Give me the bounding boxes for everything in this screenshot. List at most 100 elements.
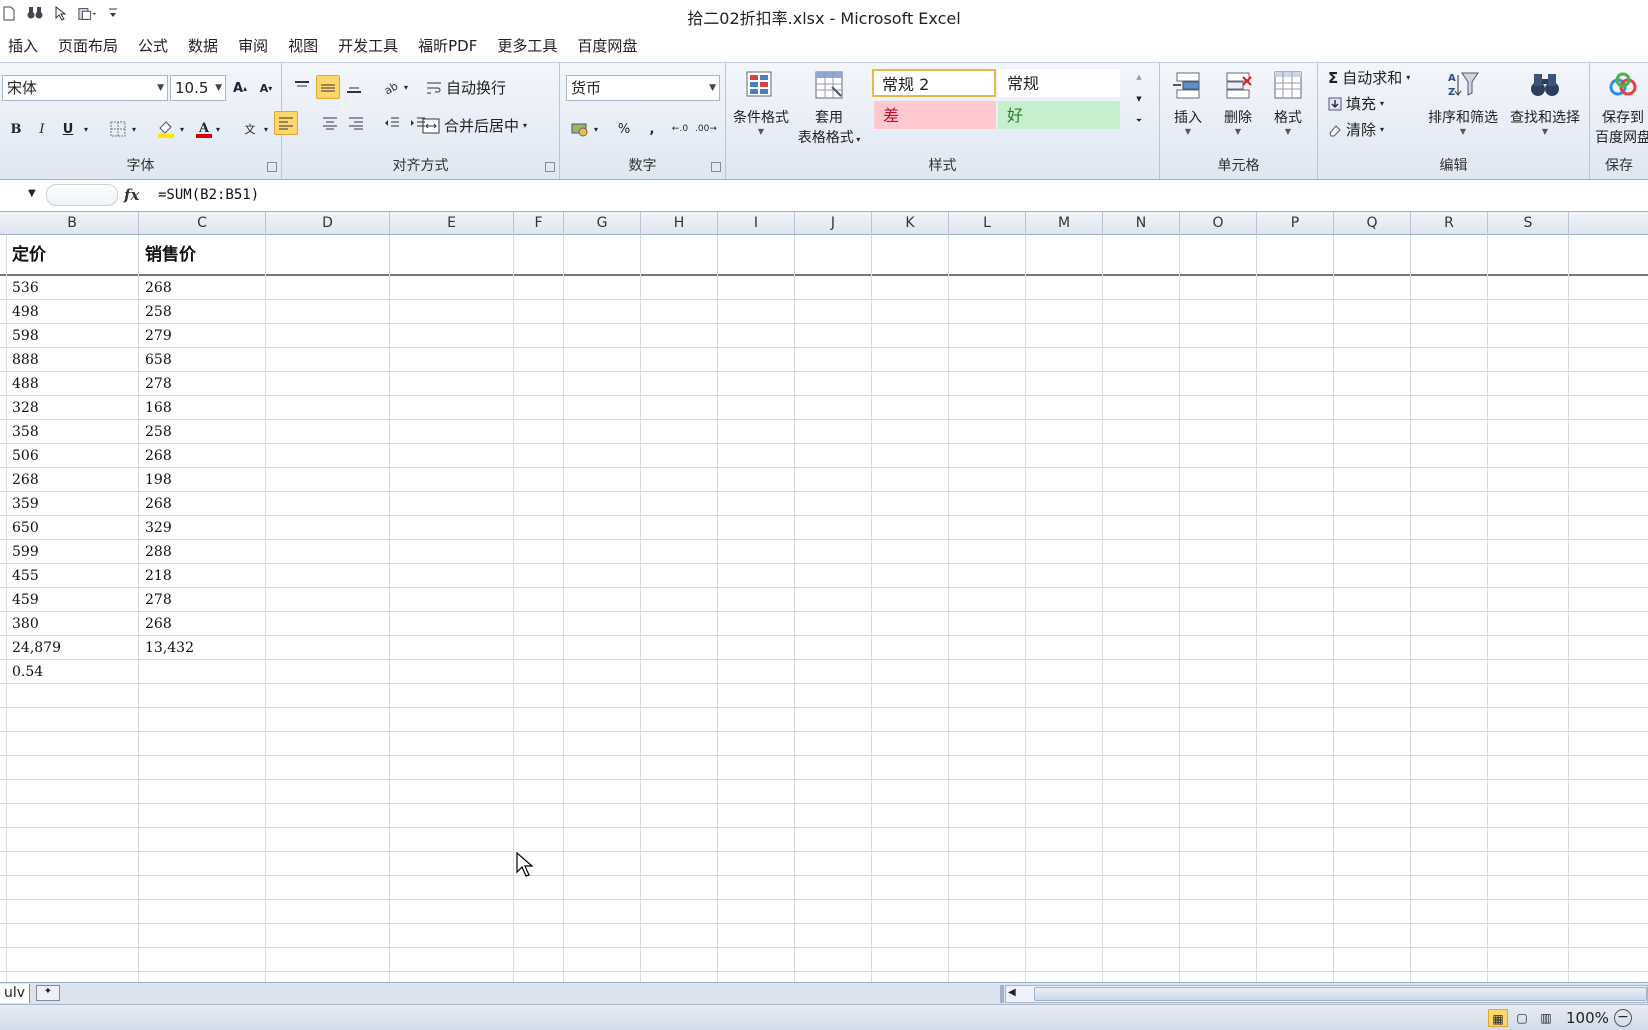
font-name-select[interactable]: 宋体 ▼ [2,75,168,101]
scroll-thumb[interactable] [1034,987,1647,1001]
worksheet-grid[interactable]: BCDEFGHIJKLMNOPQRS 定价 销售价 536 268 498 258 598 2… [0,212,1648,982]
cell-c[interactable]: 258 [141,300,172,324]
cell-b[interactable]: 380 [8,612,39,636]
fill-color-button[interactable] [154,117,178,141]
normal-view-icon[interactable]: ▦ [1488,1009,1508,1027]
column-header-r[interactable]: R [1411,212,1488,235]
cell-c[interactable]: 198 [141,468,172,492]
styles-scroll-down[interactable]: ▼ [1130,89,1148,109]
cell-b[interactable]: 328 [8,396,39,420]
align-center-button[interactable] [318,111,342,135]
cell-c[interactable]: 268 [141,492,172,516]
cell-b[interactable]: 536 [8,276,39,300]
cell-c[interactable]: 218 [141,564,172,588]
scroll-left-icon[interactable]: ◀ [1008,987,1016,998]
orientation-dropdown[interactable]: ▾ [400,75,412,99]
column-header-e[interactable]: E [390,212,514,235]
column-header-n[interactable]: N [1103,212,1180,235]
fill-color-dropdown[interactable]: ▾ [176,117,188,141]
tab-review[interactable]: 审阅 [228,30,278,62]
column-header-m[interactable]: M [1026,212,1103,235]
grow-font-button[interactable]: A ▴ [228,76,252,100]
tab-formulas[interactable]: 公式 [128,30,178,62]
column-header-o[interactable]: O [1180,212,1257,235]
cell-c[interactable]: 13,432 [141,636,194,660]
zoom-out-icon[interactable]: − [1614,1009,1632,1027]
save-to-baidu-button[interactable]: 保存到 百度网盘 [1594,69,1648,147]
merge-center-button[interactable]: 合并后居中 ▾ [422,115,527,136]
wrap-text-button[interactable]: 自动换行 [426,77,506,98]
tab-split-handle[interactable] [1000,985,1004,1003]
cell-b[interactable]: 498 [8,300,39,324]
cell-c[interactable]: 168 [141,396,172,420]
phonetic-dropdown[interactable]: ▾ [260,117,272,141]
comma-style-button[interactable]: , [640,117,664,141]
dialog-launcher-icon[interactable] [267,162,277,172]
font-size-select[interactable]: 10.5 ▼ [170,75,226,101]
cell-c[interactable]: 268 [141,276,172,300]
cell-b[interactable]: 455 [8,564,39,588]
column-header-i[interactable]: I [718,212,795,235]
cell-c[interactable]: 278 [141,372,172,396]
delete-cells-button[interactable]: 删除 ▼ [1214,69,1262,136]
increase-indent-button[interactable] [406,111,430,135]
cell-b[interactable]: 359 [8,492,39,516]
style-bad[interactable]: 差 [874,101,996,129]
column-header-f[interactable]: F [514,212,564,235]
style-normal[interactable]: 常规 [998,69,1120,97]
cell-c[interactable]: 268 [141,612,172,636]
column-header-j[interactable]: J [795,212,872,235]
formula-input[interactable]: =SUM(B2:B51) [158,187,259,203]
column-header-l[interactable]: L [949,212,1026,235]
decrease-decimal-button[interactable]: .00→ [694,117,718,141]
column-header-k[interactable]: K [872,212,949,235]
cell-b[interactable]: 488 [8,372,39,396]
format-as-table-button[interactable]: 套用 表格格式 ▾ [794,69,864,147]
fill-button[interactable]: 填充 ▾ [1328,93,1384,114]
tab-page-layout[interactable]: 页面布局 [48,30,128,62]
find-select-button[interactable]: 查找和选择 ▼ [1504,69,1586,136]
cell-c[interactable]: 658 [141,348,172,372]
sort-filter-button[interactable]: AZ 排序和筛选 ▼ [1422,69,1504,136]
cell-c[interactable]: 258 [141,420,172,444]
cell-b[interactable]: 506 [8,444,39,468]
accounting-format-dropdown[interactable]: ▾ [590,117,602,141]
cell-b[interactable]: 0.54 [8,660,43,684]
style-normal-2[interactable]: 常规 2 [872,69,996,97]
cell-b[interactable]: 598 [8,324,39,348]
align-left-button[interactable] [274,111,298,135]
sheet-tab[interactable]: ulv [0,984,31,1003]
clear-button[interactable]: 清除 ▾ [1328,119,1384,140]
border-dropdown[interactable]: ▾ [128,117,140,141]
horizontal-scrollbar[interactable]: ◀ [1005,985,1648,1003]
italic-button[interactable]: I [30,117,54,141]
cell-c[interactable]: 279 [141,324,172,348]
header-cell-c[interactable]: 销售价 [141,235,196,276]
name-box-dropdown-icon[interactable]: ▼ [28,188,36,199]
bold-button[interactable]: B [4,117,28,141]
font-color-dropdown[interactable]: ▾ [212,117,224,141]
conditional-format-button[interactable]: 条件格式 ▼ [728,69,794,136]
dialog-launcher-icon[interactable] [711,162,721,172]
tab-baidu-netdisk[interactable]: 百度网盘 [567,30,647,62]
border-button[interactable] [106,117,130,141]
cell-b[interactable]: 599 [8,540,39,564]
styles-more[interactable]: ⏷ [1130,111,1148,131]
cell-b[interactable]: 888 [8,348,39,372]
underline-dropdown[interactable]: ▾ [80,117,92,141]
column-header-h[interactable]: H [641,212,718,235]
cell-b[interactable]: 358 [8,420,39,444]
insert-sheet-icon[interactable]: ✦ [36,985,60,1001]
accounting-format-button[interactable] [568,117,592,141]
page-layout-view-icon[interactable]: ▢ [1512,1009,1532,1027]
align-right-button[interactable] [344,111,368,135]
number-format-select[interactable]: 货币 ▼ [566,75,720,101]
name-box[interactable] [46,184,118,206]
phonetic-button[interactable]: 文 [238,117,262,141]
cell-b[interactable]: 268 [8,468,39,492]
align-top-button[interactable] [290,75,314,99]
column-header-c[interactable]: C [139,212,266,235]
column-header-d[interactable]: D [266,212,390,235]
tab-data[interactable]: 数据 [178,30,228,62]
cell-b[interactable]: 650 [8,516,39,540]
